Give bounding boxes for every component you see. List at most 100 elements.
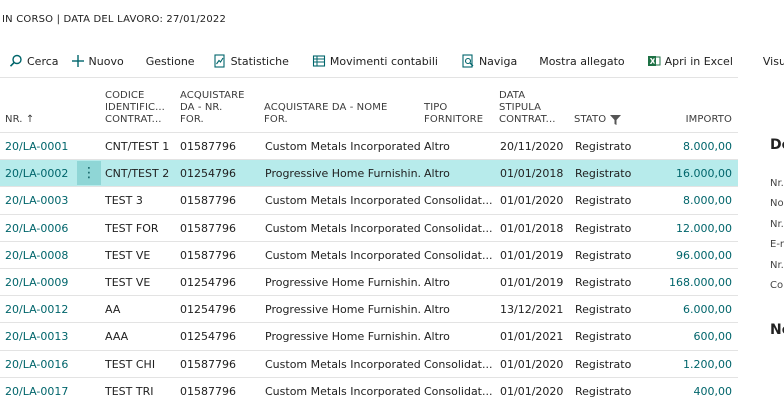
action-bar: Cerca Nuovo Gestione Statistiche Movimen… bbox=[0, 45, 784, 77]
table-row[interactable]: 20/LA-0013 AAA 01254796 Progressive Home Fu… bbox=[0, 322, 738, 349]
cell-nr[interactable]: 20/LA-0016 bbox=[5, 351, 95, 378]
cell-tipo: Consolidat... bbox=[424, 194, 493, 208]
cell-nr[interactable]: 20/LA-0001 bbox=[5, 133, 95, 160]
cell-importo: 400,00 bbox=[693, 384, 733, 398]
table-row[interactable]: 20/LA-0006 TEST FOR 01587796 Custom Metals … bbox=[0, 213, 738, 242]
cell-data: 13/12/2021 bbox=[500, 303, 564, 317]
show-attachment-label: Mostra allegato bbox=[539, 54, 625, 68]
statistics-button[interactable]: Statistiche bbox=[212, 49, 289, 73]
factbox-field: No bbox=[770, 198, 784, 209]
table-row[interactable]: 20/LA-0008 TEST VE 01587796 Custom Metals I… bbox=[0, 240, 738, 269]
cell-nr[interactable]: 20/LA-0006 bbox=[5, 215, 95, 242]
cell-nr[interactable]: 20/LA-0013 bbox=[5, 323, 95, 350]
cell-tipo: Consolidat... bbox=[424, 357, 493, 371]
search-button[interactable]: Cerca bbox=[8, 49, 59, 73]
column-header-tipo[interactable]: TIPO FORNITORE bbox=[424, 102, 483, 126]
manage-button[interactable]: Gestione bbox=[146, 49, 195, 73]
cell-importo: 600,00 bbox=[693, 330, 733, 344]
navigate-icon bbox=[460, 53, 476, 69]
cell-acquistare-nome: Progressive Home Furnishin... bbox=[265, 167, 420, 181]
view-button[interactable]: Visualizza bbox=[763, 49, 784, 73]
cell-codice: TEST TRI bbox=[105, 384, 154, 398]
factbox-field: Nr. bbox=[770, 219, 784, 230]
factbox-section-title: Ne bbox=[770, 322, 784, 338]
navigate-label: Naviga bbox=[478, 54, 518, 68]
cell-acquistare-nome: Custom Metals Incorporated bbox=[265, 248, 420, 262]
table-row[interactable]: 20/LA-0003 TEST 3 01587796 Custom Metals In… bbox=[0, 186, 738, 213]
ledger-entries-icon bbox=[311, 53, 327, 69]
column-header-data[interactable]: DATA STIPULA CONTRAT... bbox=[499, 90, 556, 126]
column-header-acquistare-nome[interactable]: ACQUISTARE DA - NOME FOR. bbox=[264, 102, 387, 126]
column-header-nr[interactable]: NR. ↑ bbox=[5, 114, 34, 126]
table-row[interactable]: 20/LA-0017 TEST TRI 01587796 Custom Metals … bbox=[0, 376, 738, 405]
cell-data: 01/01/2019 bbox=[500, 275, 564, 289]
search-label: Cerca bbox=[27, 54, 59, 68]
cell-nr[interactable]: 20/LA-0009 bbox=[5, 269, 95, 296]
show-attachment-button[interactable]: Mostra allegato bbox=[539, 49, 624, 73]
column-header-codice[interactable]: CODICE IDENTIFIC... CONTRAT... bbox=[105, 90, 165, 126]
statistics-label: Statistiche bbox=[230, 54, 289, 68]
column-header-acquistare-nr[interactable]: ACQUISTARE DA - NR. FOR. bbox=[180, 90, 245, 126]
search-icon bbox=[8, 53, 24, 69]
cell-stato: Registrato bbox=[575, 384, 632, 398]
cell-stato: Registrato bbox=[575, 275, 632, 289]
table-row[interactable]: 20/LA-0001 CNT/TEST 1 01587796 Custom Metal… bbox=[0, 132, 738, 159]
cell-acquistare-nome: Custom Metals Incorporated bbox=[265, 357, 420, 371]
cell-tipo: Altro bbox=[424, 330, 450, 344]
cell-stato: Registrato bbox=[575, 303, 632, 317]
table-row[interactable]: 20/LA-0016 TEST CHI 01587796 Custom Metals … bbox=[0, 349, 738, 378]
cell-data: 01/01/2020 bbox=[500, 384, 564, 398]
cell-importo: 12.000,00 bbox=[676, 221, 732, 235]
table-row[interactable]: 20/LA-0009 TEST VE 01254796 Progressive Hom… bbox=[0, 267, 738, 296]
cell-acquistare-nome: Progressive Home Furnishin... bbox=[265, 330, 420, 344]
cell-acquistare-nr: 01587796 bbox=[180, 140, 236, 153]
cell-nr[interactable]: 20/LA-0012 bbox=[5, 296, 95, 323]
cell-acquistare-nr: 01254796 bbox=[180, 275, 236, 289]
page-caption: IN CORSO | DATA DEL LAVORO: 27/01/2022 bbox=[2, 14, 227, 25]
new-button[interactable]: Nuovo bbox=[70, 49, 124, 73]
cell-acquistare-nome: Custom Metals Incorporated bbox=[265, 221, 420, 235]
table-body: 20/LA-0001 CNT/TEST 1 01587796 Custom Metal… bbox=[0, 132, 738, 404]
ledger-entries-button[interactable]: Movimenti contabili bbox=[311, 49, 438, 73]
cell-importo: 16.000,00 bbox=[676, 167, 732, 181]
column-header-stato[interactable]: STATO bbox=[574, 114, 622, 126]
filter-icon bbox=[610, 115, 622, 125]
cell-tipo: Consolidat... bbox=[424, 221, 493, 235]
cell-tipo: Consolidat... bbox=[424, 248, 493, 262]
header-divider bbox=[0, 77, 738, 78]
cell-acquistare-nr: 01587796 bbox=[180, 221, 236, 235]
view-label: Visualizza bbox=[762, 54, 784, 68]
cell-acquistare-nr: 01254796 bbox=[180, 303, 236, 317]
row-menu-button[interactable]: ⋮ bbox=[77, 161, 101, 186]
table-row[interactable]: 20/LA-0012 AA 01254796 Progressive Home Fur… bbox=[0, 295, 738, 322]
cell-acquistare-nome: Progressive Home Furnishin... bbox=[265, 303, 420, 317]
cell-acquistare-nr: 01587796 bbox=[180, 384, 236, 398]
cell-data: 01/01/2018 bbox=[500, 167, 564, 181]
cell-acquistare-nome: Custom Metals Incorporated bbox=[265, 140, 420, 153]
cell-importo: 6.000,00 bbox=[683, 303, 732, 317]
cell-acquistare-nr: 01587796 bbox=[180, 194, 236, 208]
cell-codice: AAA bbox=[105, 330, 129, 344]
factbox-field: E-r bbox=[770, 239, 784, 250]
cell-acquistare-nr: 01254796 bbox=[180, 330, 236, 344]
open-in-excel-button[interactable]: X Apri in Excel bbox=[646, 49, 733, 73]
cell-stato: Registrato bbox=[575, 221, 632, 235]
cell-data: 01/01/2021 bbox=[500, 330, 564, 344]
cell-nr[interactable]: 20/LA-0003 bbox=[5, 187, 95, 214]
cell-importo: 1.200,00 bbox=[683, 357, 732, 371]
cell-data: 01/01/2020 bbox=[500, 357, 564, 371]
cell-codice: TEST FOR bbox=[105, 221, 159, 235]
cell-acquistare-nome: Custom Metals Incorporated bbox=[265, 194, 420, 208]
navigate-button[interactable]: Naviga bbox=[460, 49, 517, 73]
cell-stato: Registrato bbox=[575, 140, 632, 153]
cell-acquistare-nr: 01587796 bbox=[180, 248, 236, 262]
cell-nr[interactable]: 20/LA-0008 bbox=[5, 242, 95, 269]
cell-codice: CNT/TEST 2 bbox=[105, 167, 170, 181]
column-header-importo[interactable]: IMPORTO bbox=[660, 114, 732, 126]
cell-acquistare-nome: Progressive Home Furnishin... bbox=[265, 275, 420, 289]
cell-acquistare-nr: 01254796 bbox=[180, 167, 236, 181]
cell-nr[interactable]: 20/LA-0017 bbox=[5, 378, 95, 405]
table-row[interactable]: 20/LA-0002 CNT/TEST 2 01254796 Progressive … bbox=[0, 159, 738, 187]
cell-acquistare-nr: 01587796 bbox=[180, 357, 236, 371]
factbox-field: Co bbox=[770, 280, 784, 291]
